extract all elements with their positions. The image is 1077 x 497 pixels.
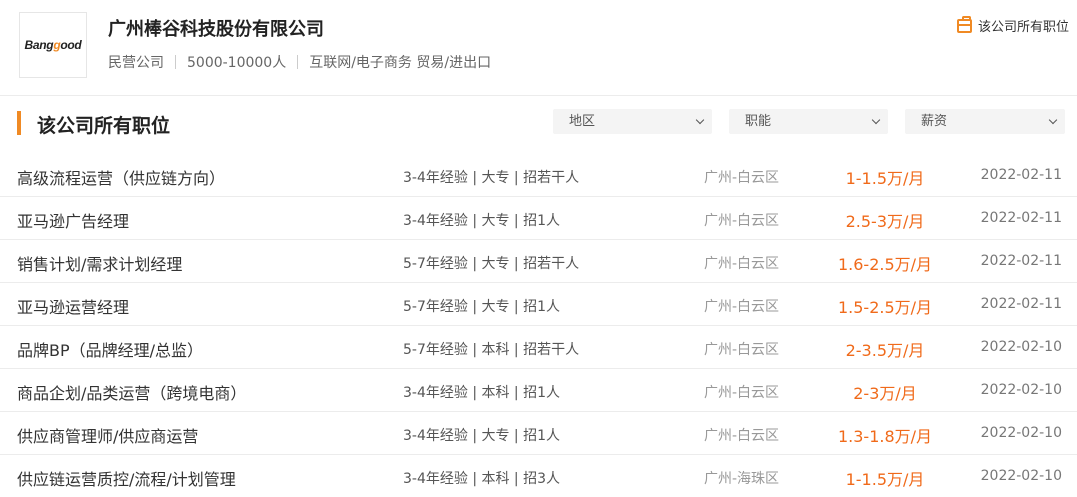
jobs-section-header: 该公司所有职位 地区 职能 薪资 [0, 100, 1077, 150]
job-requirements: 3-4年经验 | 大专 | 招1人 [403, 428, 561, 444]
company-name: 广州棒谷科技股份有限公司 [108, 19, 324, 40]
job-requirements: 5-7年经验 | 大专 | 招1人 [403, 299, 561, 315]
job-title[interactable]: 品牌BP（品牌经理/总监） [17, 337, 203, 361]
job-salary: 1-1.5万/月 [845, 470, 925, 489]
job-location: 广州-白云区 [704, 213, 780, 229]
job-salary: 1.5-2.5万/月 [837, 298, 933, 317]
job-date: 2022-02-11 [980, 210, 1062, 226]
logo-wordmark: Banggood [24, 38, 82, 52]
chevron-down-icon [871, 115, 881, 125]
function-filter-label: 职能 [745, 114, 772, 129]
briefcase-icon [956, 15, 972, 33]
company-header: Banggood 广州棒谷科技股份有限公司 民营公司 5000-10000人 互… [0, 0, 1077, 96]
job-requirements: 5-7年经验 | 大专 | 招若干人 [403, 256, 580, 272]
job-location: 广州-白云区 [704, 342, 780, 358]
job-title[interactable]: 供应链运营质控/流程/计划管理 [17, 466, 236, 490]
job-date: 2022-02-11 [980, 253, 1062, 269]
job-location: 广州-白云区 [704, 428, 780, 444]
chevron-down-icon [1048, 115, 1058, 125]
job-location: 广州-海珠区 [704, 471, 780, 487]
region-filter-label: 地区 [569, 114, 596, 129]
job-salary: 2-3万/月 [853, 384, 917, 403]
company-industry: 互联网/电子商务 贸易/进出口 [309, 55, 492, 71]
job-salary: 1.3-1.8万/月 [837, 427, 933, 446]
job-location: 广州-白云区 [704, 385, 780, 401]
section-title: 该公司所有职位 [37, 115, 171, 137]
job-requirements: 3-4年经验 | 大专 | 招1人 [403, 213, 561, 229]
job-salary: 2.5-3万/月 [845, 212, 925, 231]
section-accent-bar [17, 111, 21, 135]
job-row[interactable]: 亚马逊运营经理 5-7年经验 | 大专 | 招1人 广州-白云区 1.5-2.5… [0, 283, 1077, 326]
all-jobs-link[interactable]: 该公司所有职位 [956, 15, 1069, 35]
job-row[interactable]: 亚马逊广告经理 3-4年经验 | 大专 | 招1人 广州-白云区 2.5-3万/… [0, 197, 1077, 240]
job-location: 广州-白云区 [704, 170, 780, 186]
company-logo[interactable]: Banggood [19, 12, 87, 78]
salary-filter-label: 薪资 [921, 114, 948, 129]
job-salary: 1.6-2.5万/月 [837, 255, 933, 274]
job-title[interactable]: 销售计划/需求计划经理 [17, 251, 182, 275]
meta-divider [297, 55, 299, 69]
job-row[interactable]: 供应商管理师/供应商运营 3-4年经验 | 大专 | 招1人 广州-白云区 1.… [0, 412, 1077, 455]
meta-divider [175, 55, 176, 69]
company-size: 5000-10000人 [187, 55, 287, 71]
job-row[interactable]: 品牌BP（品牌经理/总监） 5-7年经验 | 本科 | 招若干人 广州-白云区 … [0, 326, 1077, 369]
job-row[interactable]: 供应链运营质控/流程/计划管理 3-4年经验 | 本科 | 招3人 广州-海珠区… [0, 455, 1077, 497]
job-title[interactable]: 亚马逊运营经理 [17, 294, 129, 318]
job-title[interactable]: 亚马逊广告经理 [17, 208, 129, 232]
job-row[interactable]: 销售计划/需求计划经理 5-7年经验 | 大专 | 招若干人 广州-白云区 1.… [0, 240, 1077, 283]
job-location: 广州-白云区 [704, 256, 780, 272]
function-filter-select[interactable]: 职能 [729, 109, 888, 134]
all-jobs-link-label: 该公司所有职位 [977, 20, 1069, 35]
job-requirements: 5-7年经验 | 本科 | 招若干人 [403, 342, 580, 358]
job-requirements: 3-4年经验 | 大专 | 招若干人 [403, 170, 580, 186]
job-list: 高级流程运营（供应链方向） 3-4年经验 | 大专 | 招若干人 广州-白云区 … [0, 154, 1077, 497]
job-date: 2022-02-11 [980, 167, 1062, 183]
salary-filter-select[interactable]: 薪资 [905, 109, 1065, 134]
job-salary: 2-3.5万/月 [845, 341, 925, 360]
job-date: 2022-02-10 [980, 425, 1062, 441]
job-date: 2022-02-10 [980, 382, 1062, 398]
job-date: 2022-02-10 [980, 339, 1062, 355]
job-date: 2022-02-10 [980, 468, 1062, 484]
job-location: 广州-白云区 [704, 299, 780, 315]
job-date: 2022-02-11 [980, 296, 1062, 312]
job-row[interactable]: 高级流程运营（供应链方向） 3-4年经验 | 大专 | 招若干人 广州-白云区 … [0, 154, 1077, 197]
company-type: 民营公司 [108, 55, 164, 71]
job-row[interactable]: 商品企划/品类运营（跨境电商） 3-4年经验 | 本科 | 招1人 广州-白云区… [0, 369, 1077, 412]
company-meta: 民营公司 5000-10000人 互联网/电子商务 贸易/进出口 [108, 52, 491, 72]
job-requirements: 3-4年经验 | 本科 | 招3人 [403, 471, 561, 487]
region-filter-select[interactable]: 地区 [553, 109, 712, 134]
job-title[interactable]: 高级流程运营（供应链方向） [17, 165, 225, 189]
job-title[interactable]: 供应商管理师/供应商运营 [17, 423, 198, 447]
job-requirements: 3-4年经验 | 本科 | 招1人 [403, 385, 561, 401]
chevron-down-icon [695, 115, 705, 125]
job-salary: 1-1.5万/月 [845, 169, 925, 188]
job-title[interactable]: 商品企划/品类运营（跨境电商） [17, 380, 246, 404]
